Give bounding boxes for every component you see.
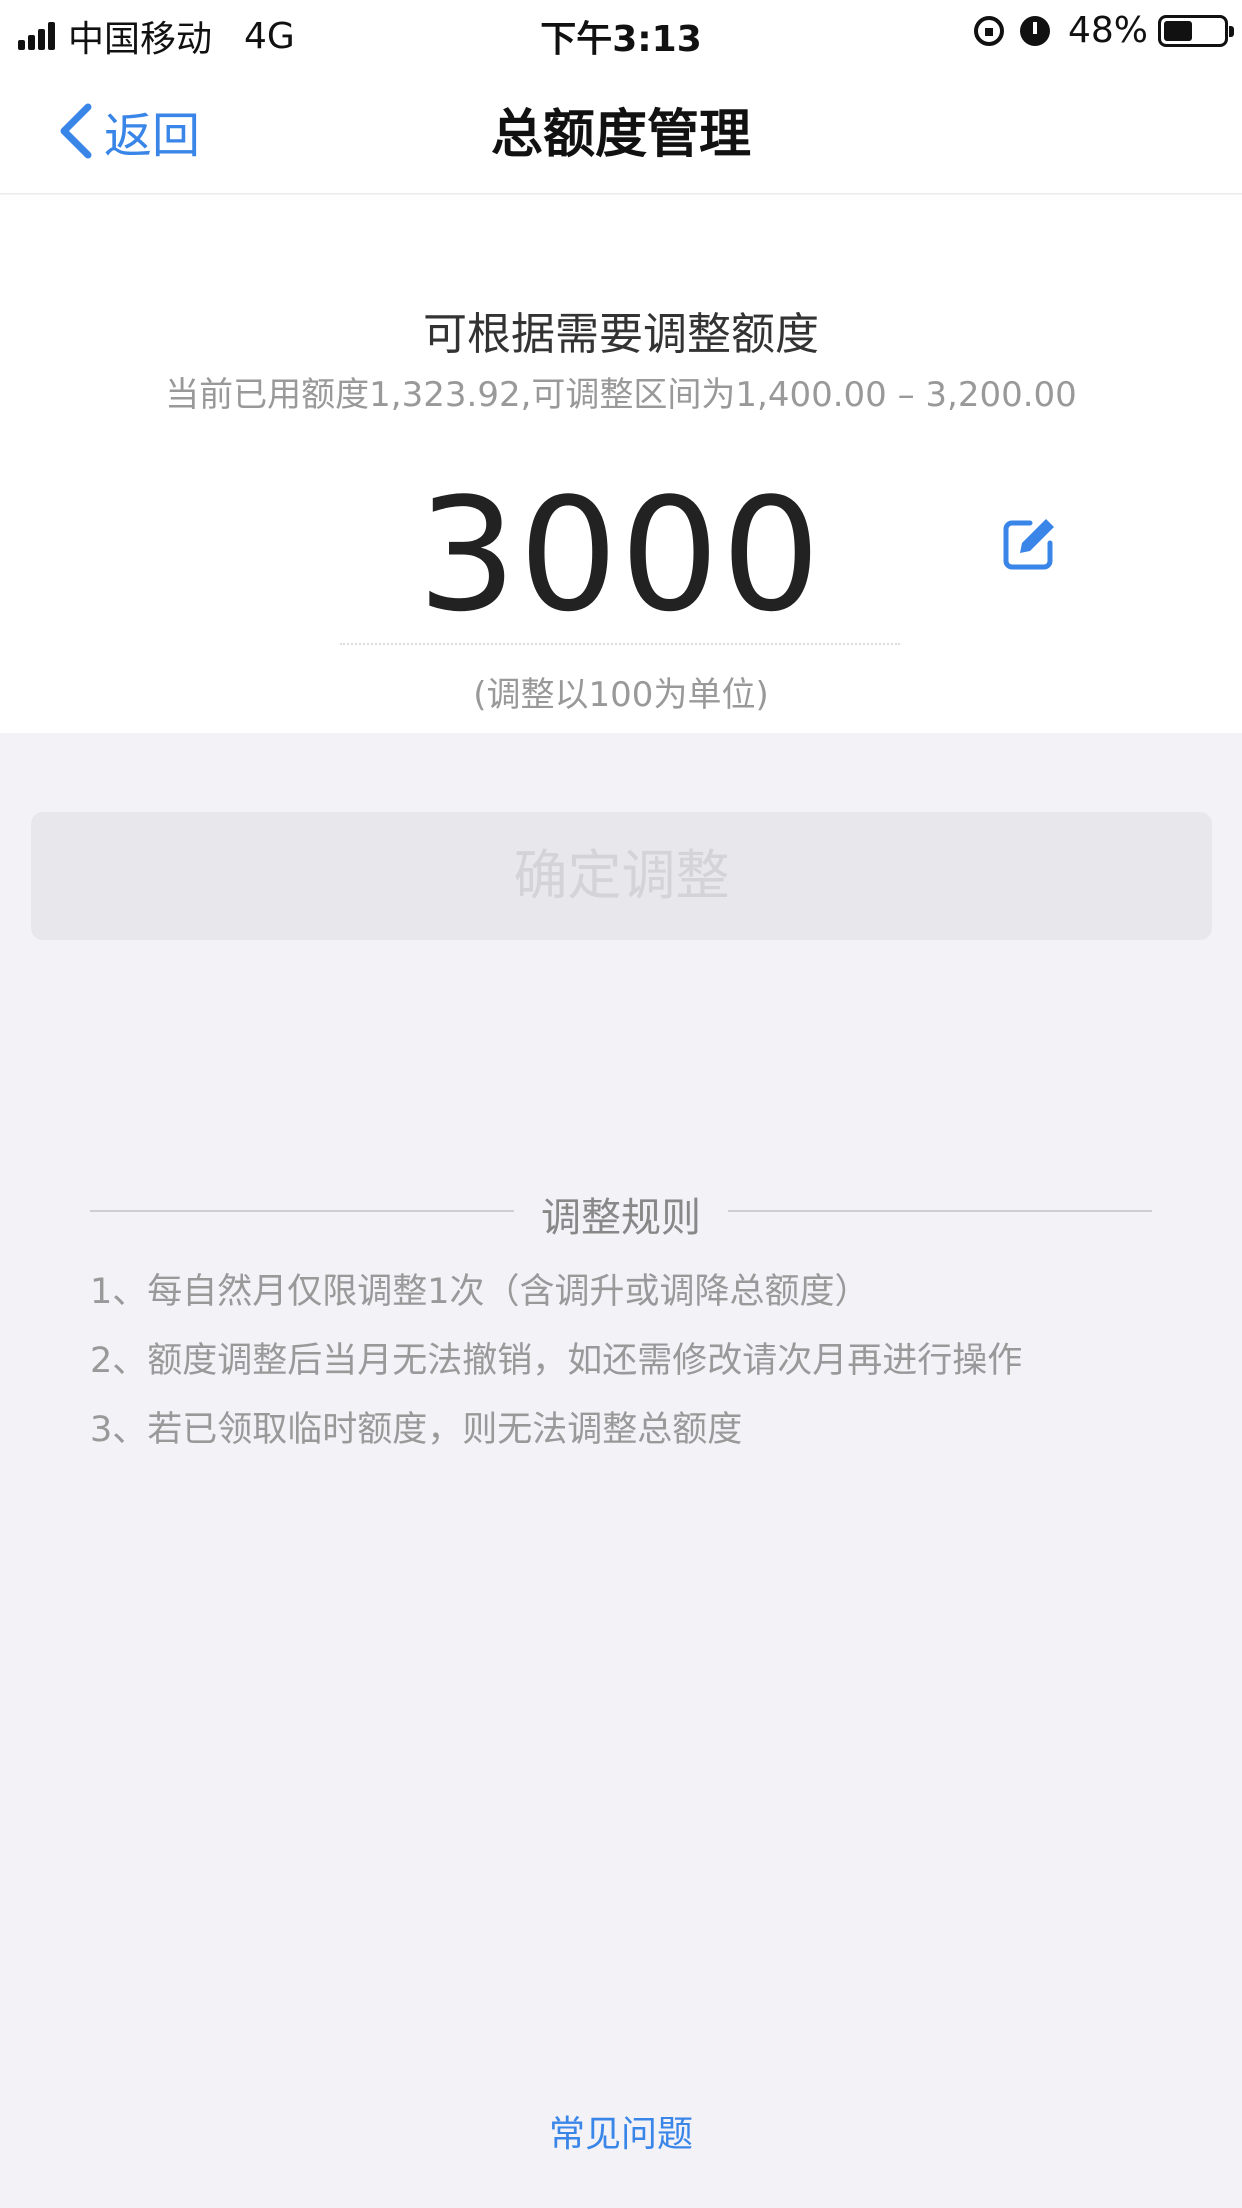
battery-percent: 48% <box>1067 10 1148 51</box>
rule-item: 3、若已领取临时额度，则无法调整总额度 <box>90 1410 743 1450</box>
rule-item: 1、每自然月仅限调整1次（含调升或调降总额度） <box>90 1272 870 1312</box>
status-bar: 中国移动 4G 下午3:13 48% <box>0 0 1242 62</box>
unit-note: (调整以100为单位) <box>473 675 769 715</box>
edit-icon[interactable] <box>1000 515 1058 577</box>
status-right: 48% <box>973 10 1234 51</box>
credit-limit-page: 中国移动 4G 下午3:13 48% 返回 总额度管理 可根据需要调整额度 当前… <box>0 0 1242 2208</box>
adjust-headline: 可根据需要调整额度 <box>423 309 819 360</box>
battery-icon <box>1158 14 1234 47</box>
limit-range-info: 当前已用额度1,323.92,可调整区间为1,400.00 – 3,200.00 <box>165 375 1077 415</box>
page-title: 总额度管理 <box>490 105 751 165</box>
adjust-card: 可根据需要调整额度 当前已用额度1,323.92,可调整区间为1,400.00 … <box>0 195 1242 733</box>
rules-title: 调整规则 <box>541 1195 701 1241</box>
alarm-icon <box>1019 15 1050 46</box>
amount-underline <box>340 643 900 645</box>
confirm-adjust-button[interactable]: 确定调整 <box>31 812 1212 940</box>
rule-item: 2、额度调整后当月无法撤销，如还需修改请次月再进行操作 <box>90 1341 1023 1381</box>
amount-input[interactable]: 3000 <box>340 475 900 635</box>
nav-bar: 返回 总额度管理 <box>0 62 1242 194</box>
faq-link[interactable]: 常见问题 <box>0 2105 1242 2157</box>
rotation-lock-icon <box>973 15 1004 46</box>
